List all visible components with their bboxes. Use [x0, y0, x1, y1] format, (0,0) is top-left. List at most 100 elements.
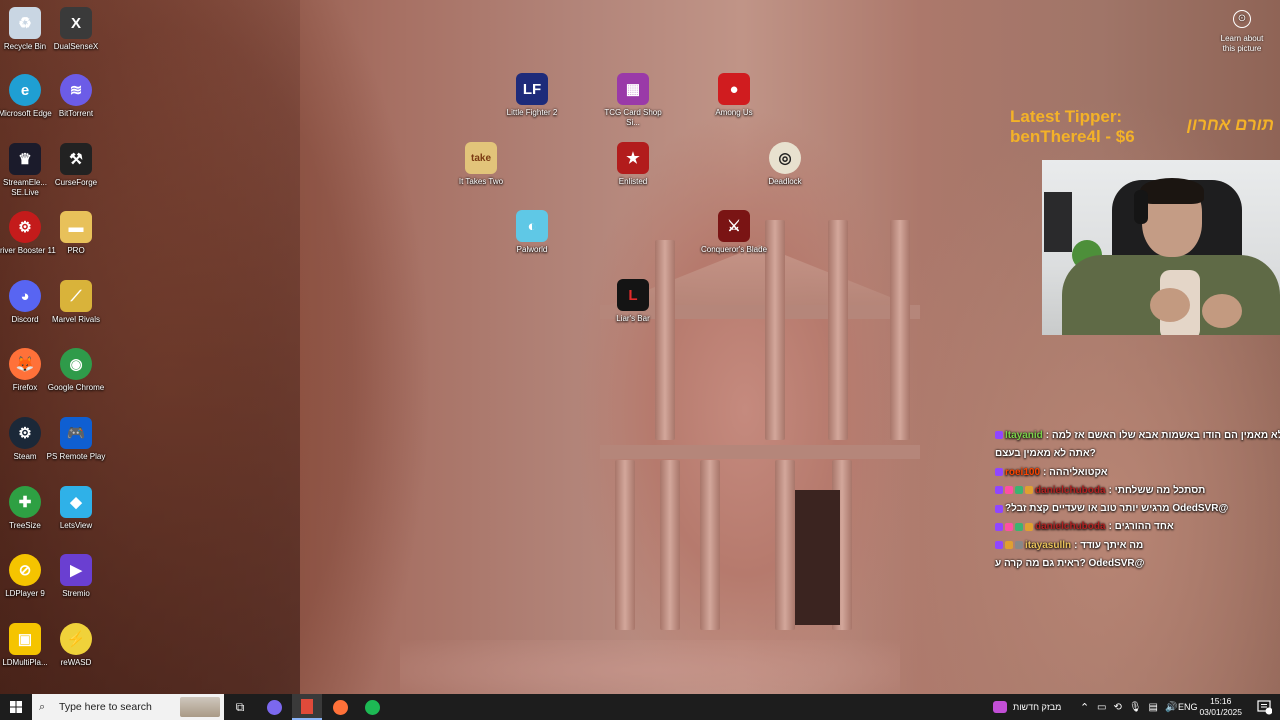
rewasd-icon: ⚡: [60, 623, 92, 655]
tray-network-icon[interactable]: ▤: [1149, 702, 1158, 713]
icon-label: Enlisted: [618, 177, 648, 186]
webcam-monitor: [1044, 192, 1072, 252]
enlisted-icon: ★: [617, 142, 649, 174]
desktop-icon-ps-remote-play[interactable]: 🎮 PS Remote Play: [43, 417, 109, 462]
tipper-hebrew-title: תורם אחרון: [1186, 115, 1274, 134]
chat-message: roei100: אקטואליההה: [995, 467, 1280, 485]
taskbar-app-spotify[interactable]: [360, 694, 384, 720]
tray-sync-icon[interactable]: ⟲: [1113, 702, 1121, 713]
learn-about-picture[interactable]: ⊙ Learn about this picture: [1216, 10, 1268, 54]
chat-text: @OdedSVR מרגיש יותר טוב או שעדיים קצת זב…: [1005, 503, 1229, 515]
wallpaper-column: [655, 240, 675, 440]
desktop-icon-little-fighter[interactable]: LF Little Fighter 2: [499, 73, 565, 118]
webcam-person-hair: [1140, 178, 1204, 204]
ps-remote-play-icon: 🎮: [60, 417, 92, 449]
discord-icon: ◕: [9, 280, 41, 312]
icon-label: reWASD: [60, 658, 92, 667]
chat-text: @OdedSVR ?ראית גם מה קרה ע: [995, 558, 1145, 570]
desktop-icon-among-us[interactable]: ● Among Us: [701, 73, 767, 118]
chevron-up-icon: ⌃: [1080, 701, 1090, 714]
taskbar-app-streamlabs[interactable]: [262, 694, 286, 720]
streamlabs-icon: [266, 699, 282, 715]
icon-label: Among Us: [715, 108, 753, 117]
desktop-icon-letsview[interactable]: ◆ LetsView: [43, 486, 109, 531]
icon-label: CurseForge: [54, 178, 98, 187]
start-button[interactable]: [0, 694, 32, 720]
chat-badge-icon: [1005, 522, 1013, 531]
chat-badge-icon: [995, 467, 1003, 476]
desktop-icon-it-takes-two[interactable]: take It Takes Two: [448, 142, 514, 187]
taskbar: ⌕ Type here to search ⧉ מבזק חדשות ⌃ ▭ ⟲…: [0, 694, 1280, 720]
wallpaper-column: [700, 460, 720, 630]
desktop-icon-stremio[interactable]: ▶ Stremio: [43, 554, 109, 599]
icon-label: Palworld: [516, 245, 548, 254]
deadlock-icon: ◎: [769, 142, 801, 174]
taskbar-clock[interactable]: 15:16 03/01/2025: [1199, 696, 1242, 718]
desktop-icon-conquerors-blade[interactable]: ⚔ Conqueror's Blade: [701, 210, 767, 255]
chat-badge-icon: [995, 431, 1003, 440]
it-takes-two-icon: take: [465, 142, 497, 174]
icon-label: PRO: [67, 246, 85, 255]
among-us-icon: ●: [718, 73, 750, 105]
wallpaper-column: [828, 220, 848, 440]
latest-tipper-overlay: Latest Tipper: benThere4l - $6 תורם אחרו…: [1010, 105, 1280, 149]
desktop-icon-deadlock[interactable]: ◎ Deadlock: [752, 142, 818, 187]
chat-username: itayasulln: [1025, 539, 1072, 551]
tray-volume-icon[interactable]: 🔊: [1165, 702, 1177, 713]
chat-message: danielchuboda: אחד ההורגים: [995, 521, 1280, 539]
tray-overflow-chevron[interactable]: ⌃: [1080, 694, 1089, 720]
chat-badge-icon: [1015, 541, 1023, 550]
chat-text: תסתכל מה ששלחתי: [1114, 484, 1206, 496]
icon-label: Liar's Bar: [616, 314, 650, 323]
recycle-bin-icon: ♻: [9, 7, 41, 39]
icon-label: It Takes Two: [458, 177, 504, 186]
chat-text: אקטואליההה: [1049, 466, 1108, 478]
chat-badge-icon: [995, 486, 1003, 495]
desktop-icon-enlisted[interactable]: ★ Enlisted: [600, 142, 666, 187]
taskbar-app-firefox[interactable]: [328, 694, 352, 720]
taskbar-search-box[interactable]: ⌕ Type here to search: [32, 694, 224, 720]
notification-center-button[interactable]: [1256, 699, 1273, 715]
desktop-icon-liars-bar[interactable]: L Liar's Bar: [600, 279, 666, 324]
task-view-button[interactable]: ⧉: [230, 694, 250, 720]
news-widget[interactable]: מבזק חדשות: [993, 694, 1061, 720]
tipper-name-amount: benThere4l - $6: [1010, 127, 1135, 146]
tray-microphone-icon[interactable]: 🎙: [1129, 702, 1142, 713]
windows-logo-icon: [10, 701, 22, 713]
tray-icon-group: ▭ ⟲ 🎙 ▤ 🔊: [1097, 694, 1177, 720]
desktop-icon-tcg-card-shop[interactable]: ▦ TCG Card Shop Si...: [600, 73, 666, 128]
input-language[interactable]: ENG: [1178, 694, 1198, 720]
headset-icon: [1134, 190, 1148, 224]
desktop-icon-palworld[interactable]: ◐ Palworld: [499, 210, 565, 255]
icon-label: Deadlock: [768, 177, 802, 186]
edge-icon: e: [9, 74, 41, 106]
desktop-background: ♻ Recycle Bin X DualSenseX e Microsoft Edge…: [0, 0, 1280, 694]
icon-label: BitTorrent: [58, 109, 94, 118]
desktop-icon-pro-folder[interactable]: ▬ PRO: [43, 211, 109, 256]
marvel-rivals-icon: ⟋: [60, 280, 92, 312]
tray-app-icon[interactable]: ▭: [1097, 702, 1106, 713]
liars-bar-icon: L: [617, 279, 649, 311]
little-fighter-icon: LF: [516, 73, 548, 105]
icon-label: LetsView: [59, 521, 93, 530]
taskbar-app-obs[interactable]: [292, 694, 322, 720]
learn-about-picture-label: Learn about this picture: [1220, 34, 1264, 53]
driver-booster-icon: ⚙: [9, 211, 41, 243]
desktop-icon-chrome[interactable]: ◉ Google Chrome: [43, 348, 109, 393]
search-placeholder: Type here to search: [59, 701, 152, 713]
camera-icon: ⊙: [1233, 10, 1251, 28]
desktop-icon-dualsensex[interactable]: X DualSenseX: [43, 7, 109, 52]
chat-badge-icon: [1025, 486, 1033, 495]
desktop-icon-marvel-rivals[interactable]: ⟋ Marvel Rivals: [43, 280, 109, 325]
webcam-overlay: [1042, 160, 1280, 335]
chat-badge-icon: [1005, 541, 1013, 550]
desktop-icon-bittorrent[interactable]: ≋ BitTorrent: [43, 74, 109, 119]
icon-label: TCG Card Shop Si...: [604, 108, 662, 127]
desktop-icon-rewasd[interactable]: ⚡ reWASD: [43, 623, 109, 668]
desktop-icon-curseforge[interactable]: ⚒ CurseForge: [43, 143, 109, 188]
chat-text: אחד ההורגים: [1114, 521, 1174, 533]
webcam-hand: [1150, 288, 1190, 322]
icon-label: Marvel Rivals: [51, 315, 100, 324]
ldplayer-icon: ⊘: [9, 554, 41, 586]
palworld-icon: ◐: [516, 210, 548, 242]
